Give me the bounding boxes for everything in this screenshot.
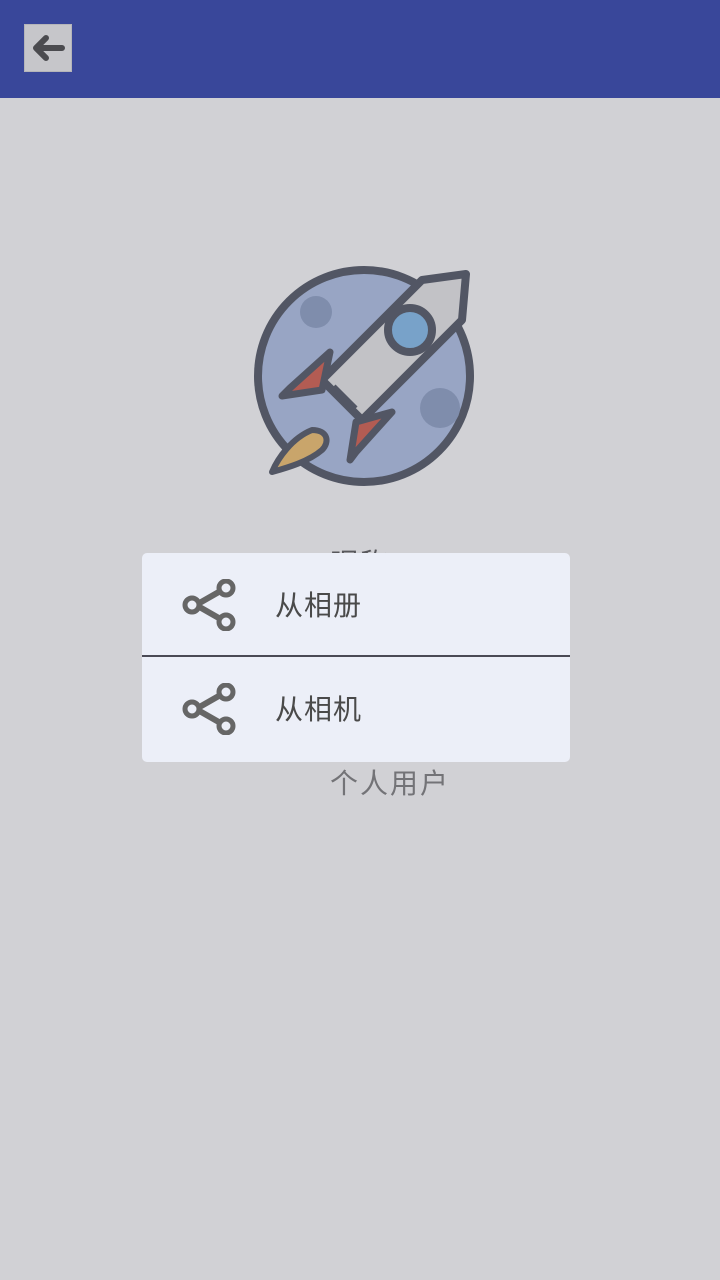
- option-label: 从相册: [275, 589, 363, 622]
- photo-source-dialog: 从相册 从相机: [142, 553, 570, 762]
- share-icon: [182, 683, 236, 735]
- option-from-album[interactable]: 从相册: [142, 553, 570, 655]
- share-icon: [182, 579, 236, 631]
- option-from-camera[interactable]: 从相机: [142, 657, 570, 759]
- option-label: 从相机: [275, 693, 363, 726]
